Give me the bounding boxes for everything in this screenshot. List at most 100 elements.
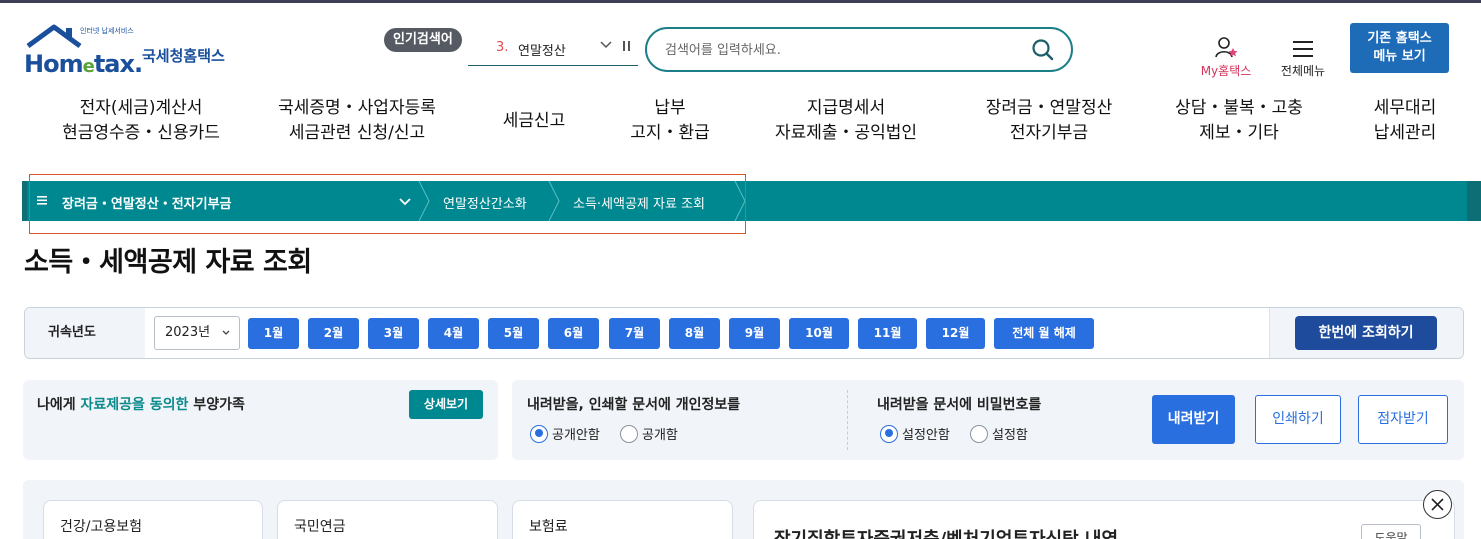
- breadcrumb-left-edge: [22, 181, 27, 221]
- top-accent-line: [0, 0, 1481, 3]
- detail-view-button[interactable]: 상세보기: [409, 390, 483, 419]
- panel-divider: [847, 390, 848, 450]
- month-button-5[interactable]: 5월: [488, 318, 539, 349]
- old-hometax-line1: 기존 홈택스: [1367, 31, 1432, 46]
- popular-search-badge: 인기검색어: [384, 28, 462, 52]
- pause-icon[interactable]: [622, 40, 632, 55]
- page-title: 소득・세액공제 자료 조회: [24, 247, 312, 278]
- search-icon[interactable]: [1031, 38, 1055, 66]
- gnb-label-line2: 전자기부금: [1009, 123, 1089, 143]
- month-button-6[interactable]: 6월: [548, 318, 599, 349]
- logo-brand-text: Hometax.: [24, 50, 143, 78]
- radio-label: 공개함: [642, 428, 678, 443]
- card-title: 국민연금: [294, 519, 346, 535]
- password-radio-set[interactable]: 설정함: [970, 424, 1028, 445]
- password-option-title: 내려받을 문서에 비밀번호를: [877, 397, 1042, 413]
- gnb-label-line2: 자료제출・공익법인: [774, 123, 918, 143]
- card-title: 보험료: [529, 519, 568, 535]
- gnb-label-line1: 국세증명・사업자등록: [278, 98, 436, 118]
- gnb-item-year-end-settlement[interactable]: 장려금・연말정산 전자기부금: [968, 96, 1130, 146]
- gnb-label-line1: 지급명세서: [806, 98, 886, 118]
- gnb-label-line1: 세금신고: [502, 111, 566, 131]
- global-navigation: 전자(세금)계산서 현금영수증・신용카드 국세증명・사업자등록 세금관련 신청/…: [0, 96, 1481, 152]
- user-icon: [1215, 37, 1238, 58]
- gnb-label-line1: 장려금・연말정산: [985, 98, 1113, 118]
- hometax-logo[interactable]: 인터넷 납세서비스 Hometax. 국세청홈택스: [24, 24, 244, 80]
- radio-label: 설정함: [992, 428, 1028, 443]
- gnb-label-line2: 납세관리: [1373, 123, 1437, 143]
- dependents-text-suffix: 부양가족: [188, 397, 245, 413]
- card-title: 건강/고용보험: [60, 519, 142, 535]
- month-button-1[interactable]: 1월: [248, 318, 299, 349]
- dependents-text: 나에게 자료제공을 동의한 부양가족: [37, 394, 245, 414]
- popular-search-ticker[interactable]: 3. 연말정산: [468, 36, 638, 66]
- gnb-label-line1: 전자(세금)계산서: [79, 98, 203, 118]
- gnb-label-line2: 현금영수증・신용카드: [62, 123, 220, 143]
- privacy-radio-hide[interactable]: 공개안함: [530, 424, 600, 445]
- radio-checked-icon: [880, 424, 898, 443]
- my-hometax-link[interactable]: My홈택스: [1190, 36, 1262, 80]
- breadcrumb-right-edge: [1467, 181, 1481, 221]
- all-menu-button[interactable]: 전체메뉴: [1272, 36, 1334, 80]
- gnb-item-certificates[interactable]: 국세증명・사업자등록 세금관련 신청/신고: [262, 96, 452, 146]
- braille-button[interactable]: 점자받기: [1358, 395, 1448, 444]
- month-button-12[interactable]: 12월: [926, 318, 985, 349]
- month-button-4[interactable]: 4월: [428, 318, 479, 349]
- logo-korean-name: 국세청홈택스: [142, 47, 225, 65]
- month-button-2[interactable]: 2월: [308, 318, 359, 349]
- gnb-item-e-invoice[interactable]: 전자(세금)계산서 현금영수증・신용카드: [46, 96, 236, 146]
- radio-unchecked-icon: [970, 424, 988, 443]
- year-select[interactable]: 2023년: [154, 316, 240, 350]
- gnb-label-line2: 고지・환급: [630, 123, 710, 143]
- gnb-label-line1: 납부: [654, 98, 686, 118]
- year-select-value: 2023년: [165, 325, 211, 340]
- password-radio-none[interactable]: 설정안함: [880, 424, 950, 445]
- privacy-option-title: 내려받을, 인쇄할 문서에 개인정보를: [527, 397, 741, 413]
- logo-subtitle: 인터넷 납세서비스: [80, 27, 134, 35]
- card-national-pension[interactable]: 국민연금: [277, 500, 498, 539]
- month-button-10[interactable]: 10월: [789, 318, 849, 349]
- chevron-down-icon[interactable]: [599, 37, 613, 55]
- my-hometax-label: My홈택스: [1200, 64, 1252, 78]
- query-once-button[interactable]: 한번에 조회하기: [1295, 316, 1437, 350]
- card-insurance-premium[interactable]: 보험료: [512, 500, 733, 539]
- all-menu-label: 전체메뉴: [1280, 64, 1326, 78]
- gnb-label-line1: 상담・불복・고충: [1175, 98, 1303, 118]
- card-health-employment-insurance[interactable]: 건강/고용보험: [43, 500, 263, 539]
- clear-all-months-button[interactable]: 전체 월 해제: [994, 318, 1094, 349]
- gnb-item-consultation[interactable]: 상담・불복・고충 제보・기타: [1164, 96, 1314, 146]
- dependents-text-highlight: 자료제공을 동의한: [80, 397, 189, 413]
- detail-card-title: 장기집합투자증권저축/벤처기업투자신탁 내역: [774, 525, 1118, 539]
- popular-rank: 3.: [496, 40, 509, 55]
- year-label: 귀속년도: [25, 308, 145, 358]
- old-hometax-line2: 메뉴 보기: [1373, 49, 1426, 64]
- search-input[interactable]: [665, 38, 1025, 62]
- dependents-panel: 나에게 자료제공을 동의한 부양가족 상세보기: [23, 380, 498, 460]
- radio-label: 공개안함: [552, 428, 600, 443]
- chevron-down-icon: [221, 317, 231, 363]
- month-button-8[interactable]: 8월: [669, 318, 720, 349]
- radio-label: 설정안함: [902, 428, 950, 443]
- radio-checked-icon: [530, 424, 548, 443]
- search-box[interactable]: [645, 27, 1073, 72]
- detail-card: 장기집합투자증권저축/벤처기업투자신탁 내역 도움말: [753, 500, 1455, 539]
- privacy-radio-show[interactable]: 공개함: [620, 424, 678, 445]
- old-hometax-menu-button[interactable]: 기존 홈택스 메뉴 보기: [1350, 23, 1449, 73]
- month-button-9[interactable]: 9월: [729, 318, 780, 349]
- month-button-11[interactable]: 11월: [858, 318, 917, 349]
- download-button[interactable]: 내려받기: [1152, 395, 1235, 444]
- close-icon[interactable]: [1423, 490, 1452, 519]
- dependents-text-prefix: 나에게: [37, 397, 81, 413]
- month-button-7[interactable]: 7월: [609, 318, 660, 349]
- gnb-item-tax-agent[interactable]: 세무대리 납세관리: [1358, 96, 1452, 146]
- highlight-annotation-box: [29, 174, 746, 234]
- gnb-item-payment[interactable]: 납부 고지・환급: [610, 96, 730, 146]
- gnb-item-payment-statement[interactable]: 지급명세서 자료제출・공익법인: [758, 96, 934, 146]
- gnb-label-line1: 세무대리: [1373, 98, 1437, 118]
- month-button-3[interactable]: 3월: [368, 318, 419, 349]
- print-button[interactable]: 인쇄하기: [1255, 395, 1341, 444]
- popular-term[interactable]: 연말정산: [518, 40, 566, 59]
- help-button[interactable]: 도움말: [1361, 524, 1421, 539]
- gnb-label-line2: 제보・기타: [1199, 123, 1279, 143]
- gnb-item-tax-return[interactable]: 세금신고: [478, 109, 590, 134]
